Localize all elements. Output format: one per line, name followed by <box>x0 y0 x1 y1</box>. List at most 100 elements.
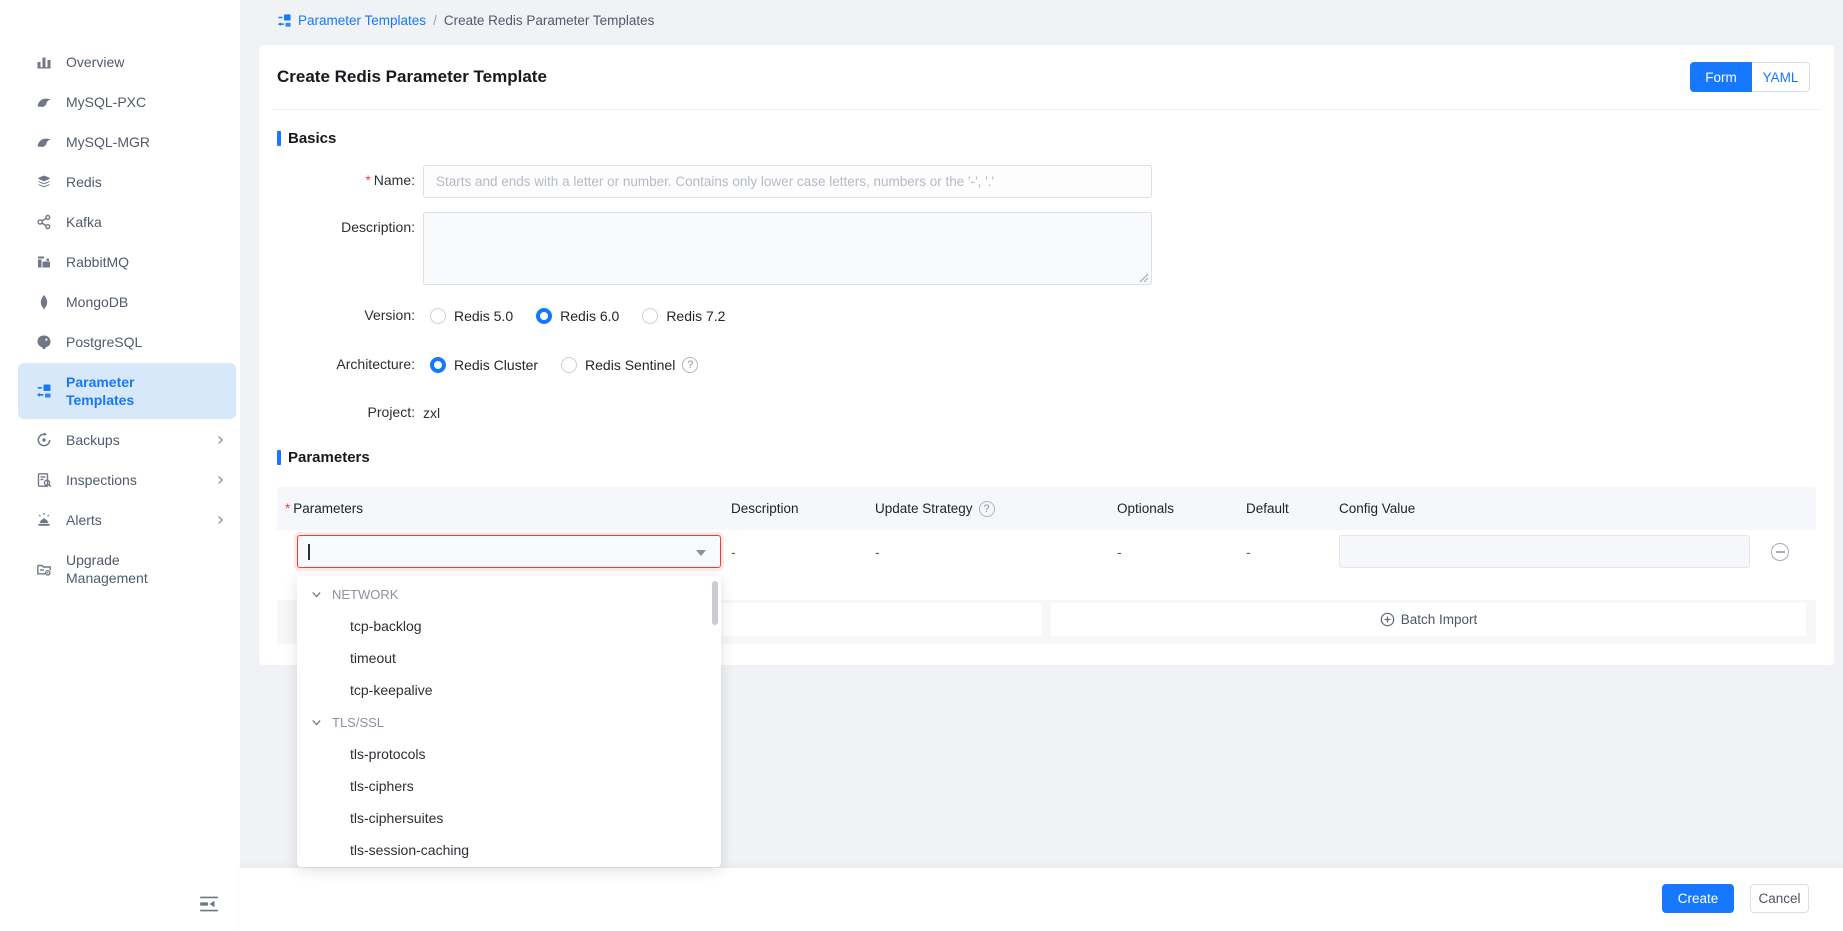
config-value-input[interactable] <box>1339 535 1750 568</box>
breadcrumb-separator: / <box>433 13 437 28</box>
restore-icon <box>36 432 52 448</box>
sidebar-item-label: PostgreSQL <box>66 333 142 351</box>
minus-glyph <box>1776 551 1785 553</box>
sidebar-item-postgresql[interactable]: PostgreSQL <box>0 322 240 362</box>
dropdown-item-tls-ciphersuites[interactable]: tls-ciphersuites <box>297 802 721 834</box>
required-asterisk: * <box>285 501 290 516</box>
radio-redis-5-0[interactable]: Redis 5.0 <box>430 308 513 324</box>
sidebar-item-label: Kafka <box>66 213 102 231</box>
name-input[interactable] <box>423 165 1152 198</box>
sidebar-item-label: RabbitMQ <box>66 253 129 271</box>
sidebar-item-label: Backups <box>66 431 120 449</box>
yaml-view-button[interactable]: YAML <box>1752 62 1810 92</box>
plus-circle-icon <box>1380 612 1395 627</box>
description-textarea[interactable] <box>423 212 1152 285</box>
elephant-icon <box>36 334 52 350</box>
sidebar-item-label: Overview <box>66 53 124 71</box>
bar-chart-icon <box>36 54 52 70</box>
column-optionals: Optionals <box>1117 487 1174 530</box>
dropdown-group-tls-ssl[interactable]: TLS/SSL <box>297 706 721 738</box>
collapse-sidebar-icon[interactable] <box>198 893 220 915</box>
sidebar-item-redis[interactable]: Redis <box>0 162 240 202</box>
architecture-help-icon[interactable]: ? <box>682 357 698 373</box>
section-accent-bar <box>277 450 281 465</box>
column-config-value: Config Value <box>1339 487 1415 530</box>
update-strategy-help-icon[interactable]: ? <box>979 501 995 517</box>
sidebar-item-label: Upgrade Management <box>66 551 188 587</box>
parameter-select-input[interactable] <box>297 535 721 568</box>
sidebar-item-rabbitmq[interactable]: RabbitMQ <box>0 242 240 282</box>
sidebar-item-mysql-mgr[interactable]: MySQL-MGR <box>0 122 240 162</box>
sidebar-item-label: Inspections <box>66 471 137 489</box>
batch-import-button[interactable]: Batch Import <box>1051 603 1806 636</box>
column-update-strategy: Update Strategy ? <box>875 487 995 530</box>
dropdown-item-timeout[interactable]: timeout <box>297 642 721 674</box>
create-template-card: Create Redis Parameter Template Form YAM… <box>259 45 1834 665</box>
chevron-right-icon <box>214 474 226 486</box>
parameters-section-label: Parameters <box>288 449 370 466</box>
sidebar-nav: Overview MySQL-PXC MySQL-MGR Redis Kafka <box>0 42 240 598</box>
radio-icon <box>642 308 658 324</box>
parameter-dropdown: NETWORK tcp-backlog timeout tcp-keepaliv… <box>297 576 721 867</box>
basics-section-title: Basics <box>277 130 336 147</box>
sidebar-item-parameter-templates[interactable]: Parameter Templates <box>18 363 236 419</box>
section-accent-bar <box>277 131 281 146</box>
dropdown-item-tls-ciphers[interactable]: tls-ciphers <box>297 770 721 802</box>
column-parameters: * Parameters <box>285 487 363 530</box>
description-label: Description: <box>259 219 415 235</box>
radio-redis-sentinel[interactable]: Redis Sentinel <box>561 357 675 373</box>
project-label: Project: <box>259 404 415 420</box>
sidebar-item-mysql-pxc[interactable]: MySQL-PXC <box>0 82 240 122</box>
sidebar-item-label: MySQL-PXC <box>66 93 146 111</box>
sidebar-item-label: MongoDB <box>66 293 128 311</box>
chevron-down-icon <box>310 716 323 729</box>
create-button[interactable]: Create <box>1662 884 1734 913</box>
remove-row-icon[interactable] <box>1771 543 1789 561</box>
action-footer: Create Cancel <box>240 868 1843 931</box>
form-view-button[interactable]: Form <box>1690 62 1752 92</box>
name-label: *Name: <box>259 172 415 188</box>
optionals-cell: - <box>1117 535 1122 568</box>
radio-redis-6-0[interactable]: Redis 6.0 <box>536 308 619 324</box>
radio-redis-7-2[interactable]: Redis 7.2 <box>642 308 725 324</box>
column-description: Description <box>731 487 799 530</box>
folder-gear-icon <box>36 561 52 577</box>
sidebar-item-alerts[interactable]: Alerts <box>0 500 240 540</box>
text-cursor <box>308 544 310 560</box>
breadcrumb: Parameter Templates / Create Redis Param… <box>277 10 654 30</box>
radio-icon <box>561 357 577 373</box>
dropdown-group-network[interactable]: NETWORK <box>297 578 721 610</box>
breadcrumb-current: Create Redis Parameter Templates <box>444 13 655 28</box>
radio-checked-icon <box>536 308 552 324</box>
sidebar-item-label: Parameter Templates <box>66 373 188 409</box>
sidebar-item-upgrade-management[interactable]: Upgrade Management <box>0 540 240 598</box>
breadcrumb-root-link[interactable]: Parameter Templates <box>298 13 426 28</box>
required-asterisk: * <box>365 172 370 188</box>
siren-icon <box>36 512 52 528</box>
sidebar-item-overview[interactable]: Overview <box>0 42 240 82</box>
factory-icon <box>36 254 52 270</box>
dropdown-item-tls-session-caching[interactable]: tls-session-caching <box>297 834 721 866</box>
dropdown-item-tcp-keepalive[interactable]: tcp-keepalive <box>297 674 721 706</box>
column-default: Default <box>1246 487 1289 530</box>
sidebar-item-inspections[interactable]: Inspections <box>0 460 240 500</box>
layers-icon <box>36 174 52 190</box>
page-title: Create Redis Parameter Template <box>277 67 547 87</box>
chevron-down-icon <box>310 588 323 601</box>
sidebar-item-label: MySQL-MGR <box>66 133 150 151</box>
scrollbar-thumb[interactable] <box>712 581 718 625</box>
sidebar-item-label: Alerts <box>66 511 102 529</box>
radio-redis-cluster[interactable]: Redis Cluster <box>430 357 538 373</box>
cancel-button[interactable]: Cancel <box>1750 884 1809 913</box>
sidebar-item-kafka[interactable]: Kafka <box>0 202 240 242</box>
sidebar-item-label: Redis <box>66 173 102 191</box>
chevron-right-icon <box>214 434 226 446</box>
sidebar-item-backups[interactable]: Backups <box>0 420 240 460</box>
sidebar-item-mongodb[interactable]: MongoDB <box>0 282 240 322</box>
architecture-label: Architecture: <box>259 356 415 372</box>
description-cell: - <box>731 535 736 568</box>
dropdown-item-tcp-backlog[interactable]: tcp-backlog <box>297 610 721 642</box>
view-mode-toggle: Form YAML <box>1690 62 1810 92</box>
divider <box>272 109 1821 110</box>
dropdown-item-tls-protocols[interactable]: tls-protocols <box>297 738 721 770</box>
